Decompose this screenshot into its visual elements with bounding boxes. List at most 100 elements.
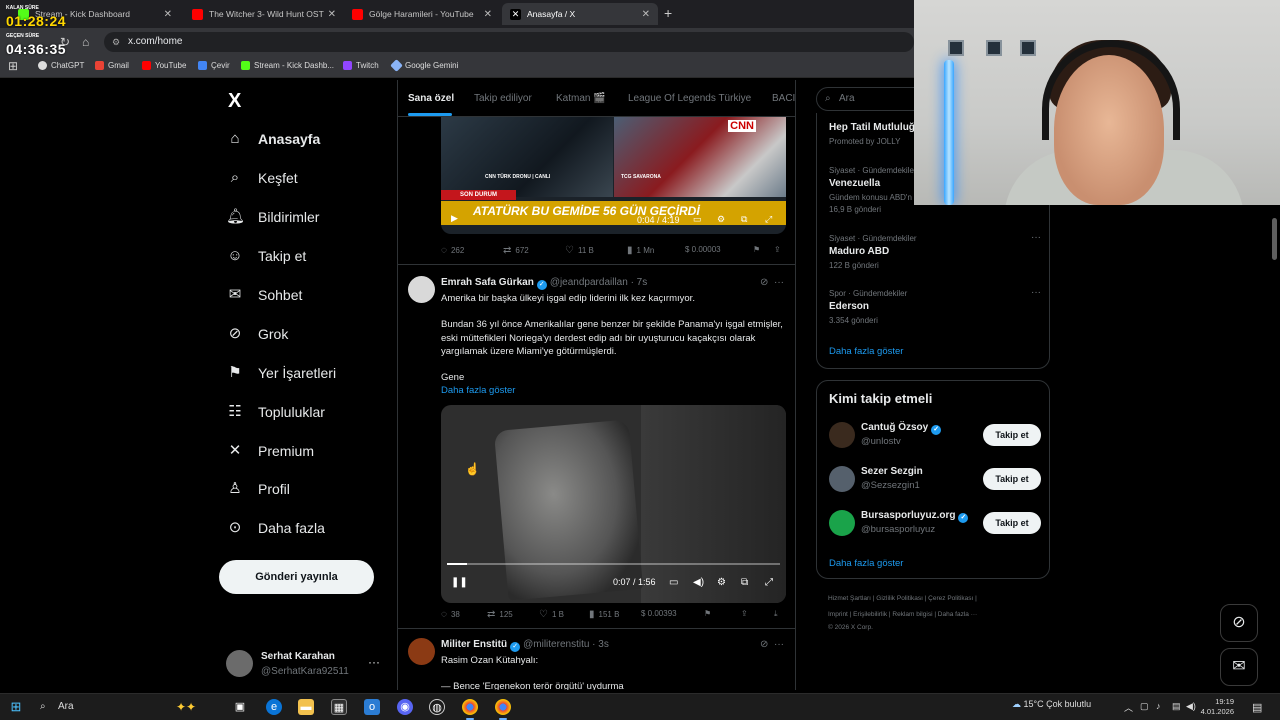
pause-icon[interactable]: ❚❚ bbox=[451, 577, 468, 588]
footer-links[interactable]: Hizmet Şartları | Gizlilik Politikası | … bbox=[828, 595, 977, 602]
show-more-suggestions-link[interactable]: Daha fazla göster bbox=[829, 558, 903, 569]
author-name[interactable]: Emrah Safa Gürkan bbox=[441, 277, 534, 288]
tip-button[interactable]: $ 0.00003 bbox=[685, 245, 721, 254]
author-handle[interactable]: @militerenstitu · 3s bbox=[523, 639, 609, 650]
tab-for-you[interactable]: Sana özel bbox=[408, 93, 454, 104]
bookmark-button[interactable]: ⚑ bbox=[753, 245, 760, 254]
network-icon[interactable]: ▤ bbox=[1172, 701, 1181, 712]
obs-icon[interactable]: ◍ bbox=[429, 699, 445, 715]
bookmark-chatgpt[interactable]: ChatGPT bbox=[38, 61, 84, 70]
suggested-account[interactable]: Sezer Sezgin @Sezsezgin1 Takip et bbox=[829, 466, 1041, 496]
close-icon[interactable]: ✕ bbox=[328, 9, 336, 20]
nav-notifications[interactable]: 🔔︎ Bildirimler bbox=[226, 208, 319, 226]
follow-button[interactable]: Takip et bbox=[983, 424, 1041, 446]
nav-communities[interactable]: ☷ Topluluklar bbox=[226, 403, 325, 421]
bookmark-twitch[interactable]: Twitch bbox=[343, 61, 379, 70]
nav-grok[interactable]: ⊘ Grok bbox=[226, 325, 289, 343]
avatar[interactable] bbox=[829, 422, 855, 448]
reply-button[interactable]: ◌ 262 bbox=[441, 245, 464, 256]
nav-home[interactable]: ⌂ Anasayfa bbox=[226, 130, 320, 148]
more-icon[interactable]: ··· bbox=[1031, 287, 1041, 298]
tweet[interactable]: Emrah Safa Gürkan ✓ @jeandpardaillan · 7s … bbox=[398, 264, 795, 628]
tab-bacil[interactable]: BACIL bbox=[772, 93, 795, 104]
captions-icon[interactable]: ▭ bbox=[693, 214, 702, 225]
tab-witcher-ost[interactable]: The Witcher 3- Wild Hunt OST ✕ bbox=[184, 3, 344, 25]
bookmark-gmail[interactable]: Gmail bbox=[95, 61, 129, 70]
discord-icon[interactable]: ◉ bbox=[397, 699, 413, 715]
chrome-icon[interactable] bbox=[495, 699, 511, 715]
views-button[interactable]: ▮ 1 Mn bbox=[627, 245, 654, 256]
store-icon[interactable]: ▦ bbox=[331, 699, 347, 715]
nav-more[interactable]: ⊙ Daha fazla bbox=[226, 519, 325, 537]
task-view-icon[interactable]: ▣ bbox=[232, 699, 248, 715]
more-icon[interactable]: ··· bbox=[774, 277, 784, 288]
close-icon[interactable]: ✕ bbox=[164, 9, 172, 20]
edge-icon[interactable]: e bbox=[266, 699, 282, 715]
bookmark-cevir[interactable]: Çevir bbox=[198, 61, 230, 70]
grok-fab-button[interactable]: ⊘ bbox=[1220, 604, 1258, 642]
grok-icon[interactable]: ⊘ bbox=[760, 639, 768, 650]
taskbar-search[interactable]: ⌕ Ara ✦✦ bbox=[30, 697, 220, 717]
settings-icon[interactable]: ⚙ bbox=[717, 214, 725, 225]
tab-league-of-legends[interactable]: League Of Legends Türkiye bbox=[628, 93, 751, 104]
share-icon[interactable]: ⇪ bbox=[774, 245, 781, 254]
site-settings-icon[interactable]: ⚙ bbox=[112, 32, 120, 52]
like-button[interactable]: ♡ 11 B bbox=[565, 245, 594, 256]
microphone-icon[interactable]: ♪ bbox=[1156, 701, 1161, 711]
more-icon[interactable]: ··· bbox=[368, 655, 380, 669]
chevron-up-icon[interactable]: ︿ bbox=[1124, 701, 1133, 714]
play-icon[interactable]: ▶ bbox=[451, 213, 458, 224]
close-icon[interactable]: ✕ bbox=[484, 9, 492, 20]
x-logo-icon[interactable]: X bbox=[228, 90, 241, 113]
reply-button[interactable]: ◌ 38 bbox=[441, 609, 460, 620]
footer-links[interactable]: Imprint | Erişilebilirlik | Reklam bilgi… bbox=[828, 611, 977, 618]
grok-icon[interactable]: ⊘ bbox=[760, 277, 768, 288]
close-icon[interactable]: ✕ bbox=[642, 9, 650, 20]
chrome-icon[interactable] bbox=[462, 699, 478, 715]
weather-widget[interactable]: ☁ 15°C Çok bulutlu bbox=[1012, 699, 1091, 710]
home-button-icon[interactable]: ⌂ bbox=[82, 35, 89, 49]
avatar[interactable] bbox=[829, 510, 855, 536]
apps-grid-icon[interactable]: ⊞ bbox=[8, 59, 18, 73]
tab-x-home[interactable]: ✕ Anasayfa / X ✕ bbox=[502, 3, 658, 25]
video-player[interactable]: CNN TÜRK DRONU | CANLI TCG SAVARONA CNN … bbox=[441, 117, 786, 234]
url-field[interactable]: ⚙ x.com/home bbox=[104, 32, 914, 52]
repost-button[interactable]: ⇄ 125 bbox=[487, 609, 513, 620]
tip-button[interactable]: $ 0.00393 bbox=[641, 609, 677, 618]
tab-following[interactable]: Takip ediliyor bbox=[474, 93, 532, 104]
notification-icon[interactable]: ▤ bbox=[1252, 701, 1262, 714]
account-switcher[interactable]: Serhat Karahan @SerhatKara92511 ··· bbox=[226, 648, 386, 682]
tab-katman[interactable]: Katman 🎬 bbox=[556, 93, 606, 104]
nav-follow[interactable]: ☺ Takip et bbox=[226, 247, 306, 265]
author-handle[interactable]: @jeandpardaillan · 7s bbox=[550, 277, 647, 288]
tweet[interactable]: Militer Enstitü ✓ @militerenstitu · 3s ⊘ ·… bbox=[398, 628, 795, 690]
bookmark-kick-dashboard[interactable]: Stream - Kick Dashb... bbox=[241, 61, 334, 70]
video-progress-bar[interactable] bbox=[447, 563, 780, 565]
settings-icon[interactable]: ⚙ bbox=[717, 577, 726, 588]
nav-profile[interactable]: ♙ Profil bbox=[226, 480, 290, 498]
messages-fab-button[interactable]: ✉ bbox=[1220, 648, 1258, 686]
popout-icon[interactable]: ⧉ bbox=[741, 214, 747, 225]
more-icon[interactable]: ··· bbox=[1031, 232, 1041, 243]
volume-icon[interactable]: ◀) bbox=[693, 577, 704, 588]
file-explorer-icon[interactable]: ▬ bbox=[298, 699, 314, 715]
new-tab-button[interactable]: + bbox=[664, 5, 672, 21]
download-icon[interactable]: ⤓ bbox=[774, 609, 778, 619]
show-more-trends-link[interactable]: Daha fazla göster bbox=[829, 346, 903, 357]
share-icon[interactable]: ⇪ bbox=[741, 609, 748, 618]
bookmark-gemini[interactable]: Google Gemini bbox=[390, 59, 458, 72]
trend-item[interactable]: Spor · Gündemdekiler Ederson 3.354 gönde… bbox=[829, 287, 1041, 325]
nav-explore[interactable]: ⌕ Keşfet bbox=[226, 169, 298, 187]
bookmark-button[interactable]: ⚑ bbox=[704, 609, 711, 618]
follow-button[interactable]: Takip et bbox=[983, 468, 1041, 490]
avatar[interactable] bbox=[829, 466, 855, 492]
trend-item[interactable]: Siyaset · Gündemdekiler Maduro ABD 122 B… bbox=[829, 232, 1041, 270]
windows-start-icon[interactable]: ⊞ bbox=[8, 699, 24, 715]
tab-golge-haramileri[interactable]: Gölge Haramileri - YouTube ✕ bbox=[344, 3, 500, 25]
fullscreen-icon[interactable]: ⤢ bbox=[765, 214, 772, 225]
show-more-link[interactable]: Daha fazla göster bbox=[441, 385, 515, 396]
suggested-account[interactable]: Cantuğ Özsoy ✓ @unlostv Takip et bbox=[829, 422, 1041, 452]
follow-button[interactable]: Takip et bbox=[983, 512, 1041, 534]
clock[interactable]: 19:19 4.01.2026 bbox=[1200, 697, 1234, 717]
captions-icon[interactable]: ▭ bbox=[669, 577, 678, 588]
